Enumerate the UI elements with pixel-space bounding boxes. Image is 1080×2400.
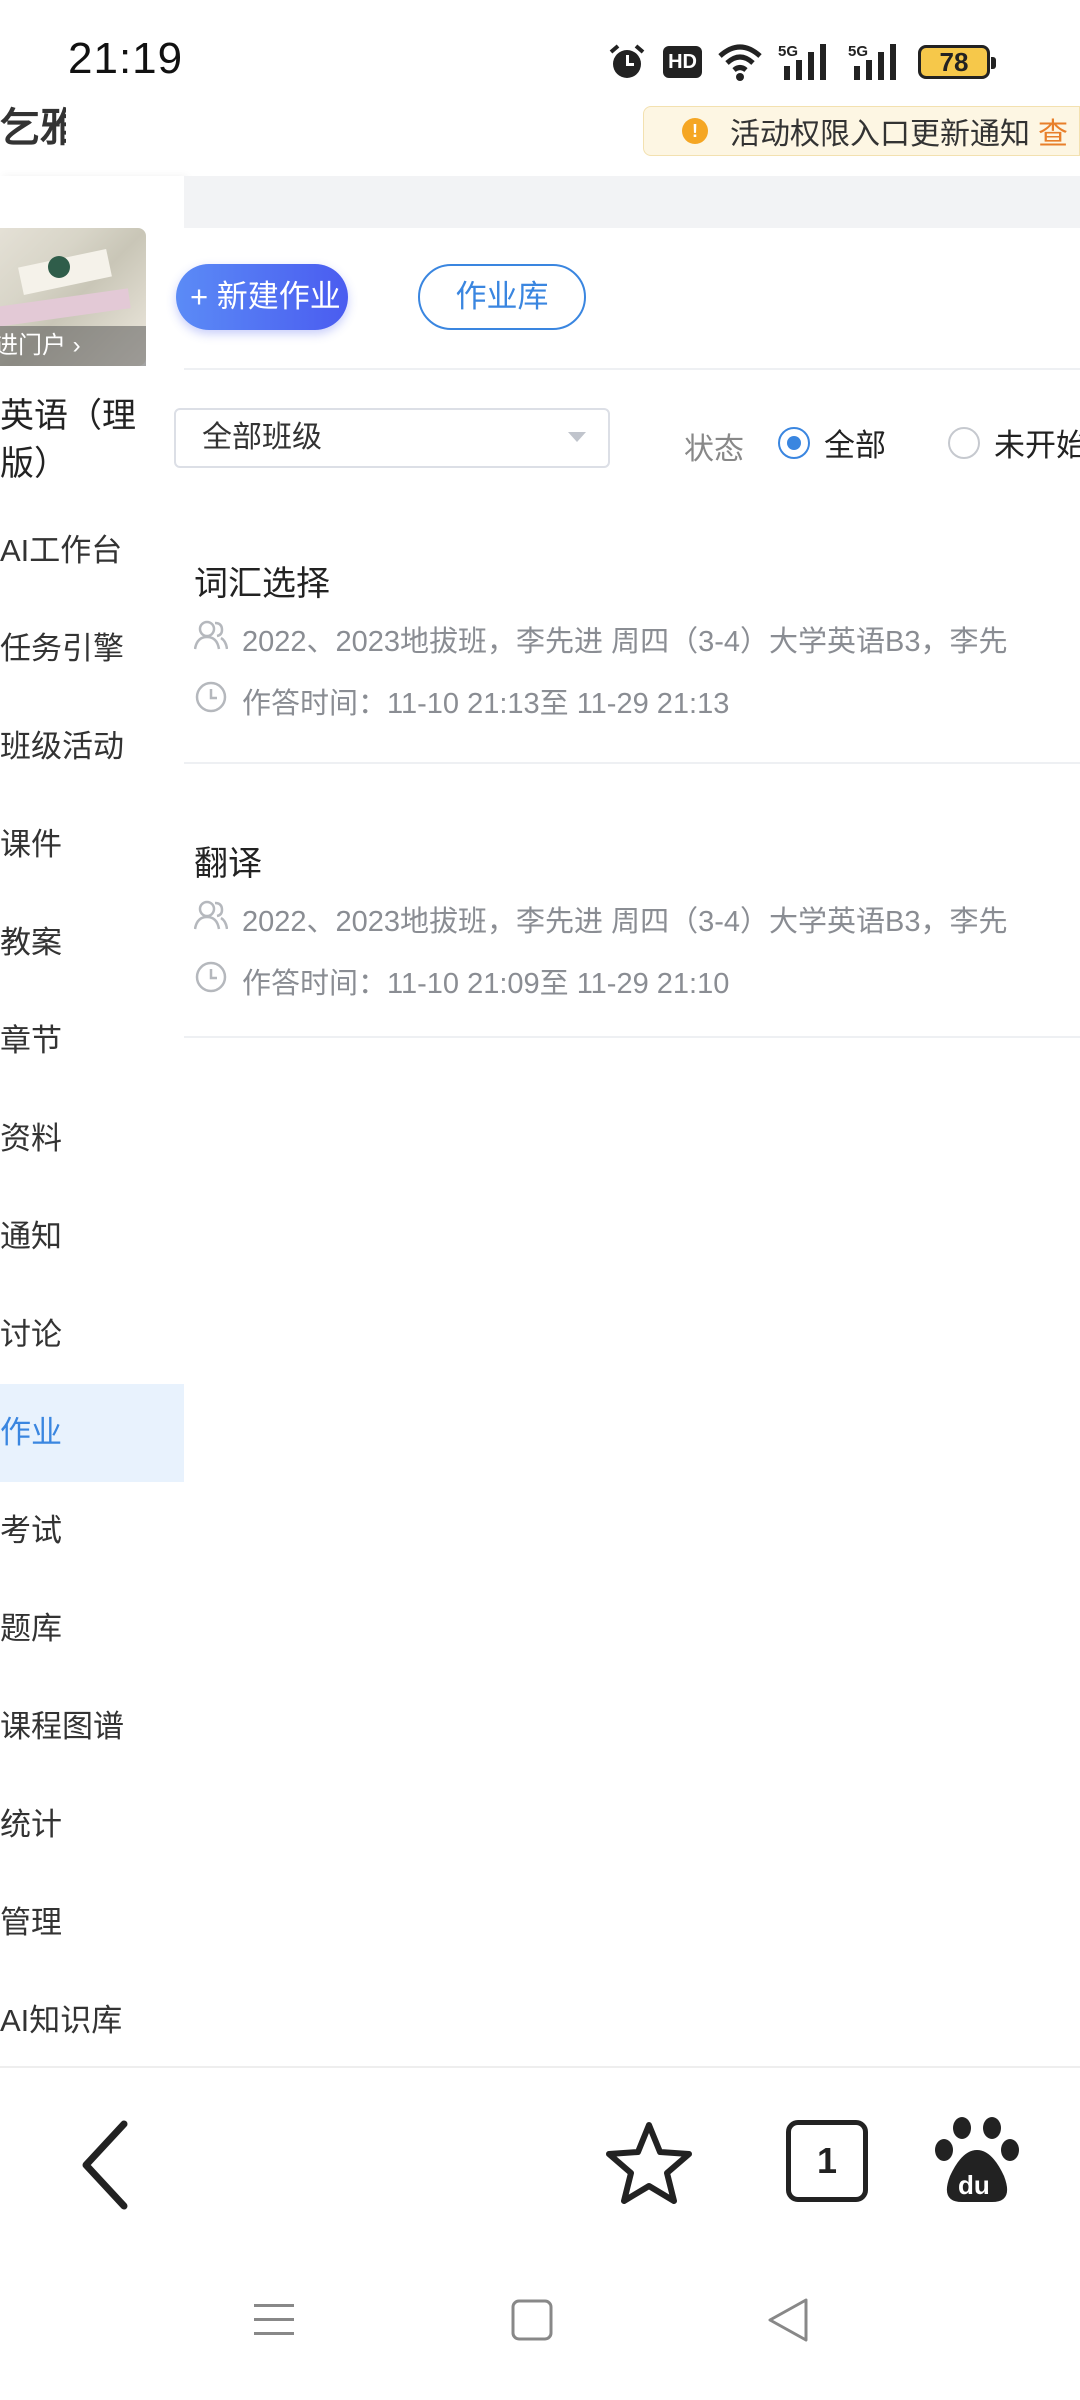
sidebar-item-statistics[interactable]: 统计	[0, 1776, 184, 1874]
tabs-icon[interactable]: 1	[786, 2120, 868, 2202]
signal-5g-icon: 5G	[848, 42, 902, 82]
hd-icon: HD	[663, 46, 702, 78]
sidebar-item-discussion[interactable]: 讨论	[0, 1286, 184, 1384]
status-bar: 21:19 HD 5G 5G 78	[0, 0, 1080, 110]
status-filter-label: 状态	[684, 433, 744, 466]
status-radio-not-started[interactable]: 未开始	[948, 420, 1080, 465]
notice-banner[interactable]: ! 活动权限入口更新通知 查	[643, 106, 1080, 156]
users-icon	[193, 899, 242, 939]
sidebar-item-exams[interactable]: 考试	[0, 1482, 184, 1580]
status-radio-all[interactable]: 全部	[778, 420, 886, 465]
app-header: 乞雅 ! 活动权限入口更新通知 查	[0, 100, 1080, 176]
status-time: 21:19	[68, 34, 184, 83]
radio-label: 全部	[824, 428, 886, 463]
sidebar-item-notices[interactable]: 通知	[0, 1188, 184, 1286]
clock-icon	[194, 680, 242, 722]
chevron-down-icon	[568, 432, 586, 442]
divider	[184, 368, 1080, 370]
svg-text:5G: 5G	[848, 43, 868, 60]
sidebar-item-materials[interactable]: 资料	[0, 1090, 184, 1188]
svg-text:5G: 5G	[778, 43, 798, 60]
alarm-icon	[607, 42, 647, 82]
homework-time: 作答时间：11-10 21:13至 11-29 21:13	[194, 680, 729, 722]
notice-text: 活动权限入口更新通知	[730, 118, 1030, 151]
class-select[interactable]: 全部班级	[174, 408, 610, 468]
status-icons: HD 5G 5G 78	[607, 40, 996, 84]
homework-time-text: 作答时间：11-10 21:13至 11-29 21:13	[242, 688, 730, 720]
class-select-value: 全部班级	[202, 421, 322, 454]
homework-library-button[interactable]: 作业库	[418, 264, 586, 330]
back-arrow-icon[interactable]	[76, 2120, 136, 2215]
divider	[184, 762, 1080, 764]
battery-icon: 78	[918, 45, 996, 79]
browser-toolbar: 1 du	[0, 2066, 1080, 2252]
star-icon[interactable]	[604, 2120, 694, 2211]
signal-5g-icon: 5G	[778, 42, 832, 82]
sidebar-item-course-map[interactable]: 课程图谱	[0, 1678, 184, 1776]
brand-logo-text: 乞雅	[0, 106, 66, 150]
homework-title[interactable]: 翻译	[194, 836, 262, 885]
homework-title[interactable]: 词汇选择	[194, 556, 330, 605]
home-square-icon[interactable]	[510, 2298, 554, 2347]
sidebar-nav: AI工作台 任务引擎 班级活动 课件 教案 章节 资料 通知 讨论 作业 考试 …	[0, 502, 184, 2066]
radio-label: 未开始	[994, 428, 1080, 463]
svg-text:du: du	[958, 2170, 990, 2200]
radio-checked-icon[interactable]	[778, 426, 810, 459]
course-title: 英语（理版）	[0, 397, 136, 483]
homework-time-text: 作答时间：11-10 21:09至 11-29 21:10	[242, 968, 730, 1000]
sidebar-item-management[interactable]: 管理	[0, 1874, 184, 1972]
homework-classes: 2022、2023地拔班，李先进 周四（3-4）大学英语B3，李先	[193, 618, 1008, 660]
sidebar-item-question-bank[interactable]: 题库	[0, 1580, 184, 1678]
sidebar-item-class-activity[interactable]: 班级活动	[0, 698, 184, 796]
users-icon	[193, 619, 242, 659]
homework-time: 作答时间：11-10 21:09至 11-29 21:10	[194, 960, 729, 1002]
sidebar-item-chapters[interactable]: 章节	[0, 992, 184, 1090]
wifi-icon	[718, 42, 762, 82]
system-nav-bar	[0, 2252, 1080, 2400]
sidebar-item-ai-workbench[interactable]: AI工作台	[0, 502, 184, 600]
divider	[184, 1036, 1080, 1038]
sidebar-item-ai-knowledge-base[interactable]: AI知识库	[0, 1972, 184, 2066]
baidu-paw-icon[interactable]: du	[934, 2114, 1020, 2211]
radio-unchecked-icon[interactable]	[948, 426, 980, 459]
enter-portal-link[interactable]: 进门户 ›	[0, 326, 146, 366]
homework-classes: 2022、2023地拔班，李先进 周四（3-4）大学英语B3，李先	[193, 898, 1008, 940]
main-content: + 新建作业 作业库 全部班级 状态 全部 未开始 词汇选择 2022、2023…	[174, 176, 1080, 2066]
sidebar-item-lesson-plan[interactable]: 教案	[0, 894, 184, 992]
sidebar: 进门户 › 英语（理版） AI工作台 任务引擎 班级活动 课件 教案 章节 资料…	[0, 176, 184, 2066]
clock-icon	[194, 960, 242, 1002]
sidebar-item-task-engine[interactable]: 任务引擎	[0, 600, 184, 698]
notice-view-link[interactable]: 查	[1038, 109, 1068, 153]
new-homework-button[interactable]: + 新建作业	[176, 264, 348, 330]
back-triangle-icon[interactable]	[766, 2296, 810, 2349]
info-icon: !	[682, 118, 708, 144]
homework-classes-text: 2022、2023地拔班，李先进 周四（3-4）大学英语B3，李先	[242, 626, 1008, 658]
sidebar-item-courseware[interactable]: 课件	[0, 796, 184, 894]
sidebar-item-homework[interactable]: 作业	[0, 1384, 184, 1482]
main-topbar	[184, 176, 1080, 228]
homework-classes-text: 2022、2023地拔班，李先进 周四（3-4）大学英语B3，李先	[242, 906, 1008, 938]
menu-icon[interactable]	[252, 2298, 296, 2347]
